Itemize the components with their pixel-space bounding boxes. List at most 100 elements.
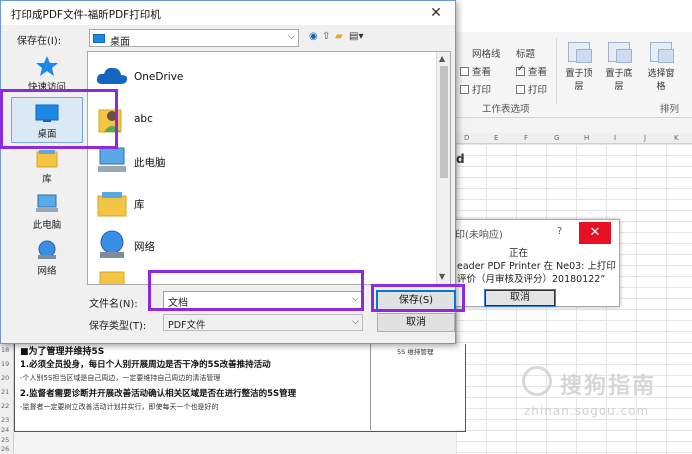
network-icon — [94, 228, 130, 260]
desktop-folder-icon — [93, 34, 105, 43]
printing-progress-dialog: 印(未响应) ? ✕ 正在 eader PDF Printer 在 Ne03: … — [442, 219, 620, 307]
place-quick-access[interactable]: 快速访问 — [11, 51, 83, 97]
row-number: 22 — [1, 402, 10, 410]
row-number: 19 — [1, 360, 10, 368]
progress-close-button[interactable]: ✕ — [579, 222, 611, 244]
cloud-icon — [94, 60, 130, 92]
gridlines-print-label: 打印 — [472, 85, 492, 96]
col-letter: K — [674, 134, 679, 142]
row-number: 25 — [1, 436, 10, 444]
bring-forward-button[interactable]: 置于顶层 — [562, 42, 596, 92]
selection-pane-icon — [650, 42, 674, 63]
file-name: OneDrive — [134, 71, 184, 83]
file-item-partial[interactable] — [92, 266, 422, 284]
progress-cancel-button[interactable]: 取消 — [484, 289, 556, 307]
gridlines-head: 网格线 — [472, 49, 501, 60]
ribbon-top-strip — [456, 0, 692, 32]
send-backward-label: 置于底层 — [605, 69, 633, 92]
chevron-down-icon: ⌵ — [352, 317, 359, 327]
save-in-label: 保存在(I): — [17, 36, 62, 47]
scroll-thumb[interactable] — [440, 66, 448, 178]
progress-printer-line: eader PDF Printer 在 Ne03: 上打印 — [457, 261, 616, 272]
row-number: 20 — [1, 374, 10, 382]
place-desktop[interactable]: 桌面 — [11, 97, 83, 143]
place-network[interactable]: 网络 — [11, 235, 83, 281]
sheet-item-1-sub: -个人别5S担当区域是自己周边，一定要维持自己周边的清洁管理 — [20, 374, 221, 382]
col-letter: G — [554, 134, 560, 142]
headings-head: 标题 — [516, 49, 536, 60]
col-letter: E — [494, 134, 499, 142]
filetype-dropdown[interactable]: PDF文件 ⌵ — [163, 314, 363, 331]
chevron-down-icon[interactable]: ⌵ — [352, 294, 359, 304]
save-button[interactable]: 保存(S) — [376, 290, 456, 311]
place-label: 桌面 — [37, 129, 57, 140]
place-label: 此电脑 — [32, 220, 62, 231]
filename-value: 文档 — [168, 298, 188, 309]
new-folder-icon[interactable]: ▰ — [335, 31, 343, 42]
save-pdf-dialog: 打印成PDF文件-福昕PDF打印机 ✕ 保存在(I): 桌面 ⌵ ◉ ⇧ ▰ ▤… — [0, 0, 456, 344]
headings-print-checkbox[interactable]: 打印 — [516, 82, 547, 96]
right-note: 5S 维持管理 — [397, 348, 434, 356]
place-this-pc[interactable]: 此电脑 — [11, 189, 83, 235]
progress-dialog-title: 印(未响应) — [455, 230, 503, 241]
progress-document-line: 评价（月审核及评分）20180122” — [457, 274, 606, 285]
folder-icon — [94, 268, 130, 284]
back-icon[interactable]: ◉ — [309, 31, 318, 42]
computer-icon — [34, 193, 60, 215]
help-button[interactable]: ? — [557, 226, 562, 237]
row-number: 21 — [1, 388, 10, 396]
selection-pane-label: 选择窗格 — [647, 69, 675, 92]
user-folder-icon — [94, 102, 130, 134]
headings-view-label: 查看 — [528, 67, 548, 78]
file-item-user-folder[interactable]: abc — [92, 100, 422, 136]
bring-forward-icon — [568, 42, 592, 63]
sheet-title-row: ■为了管理并维持5S — [20, 347, 105, 357]
dialog-close-button[interactable]: ✕ — [425, 3, 447, 23]
view-menu-icon[interactable]: ▤▾ — [349, 31, 363, 42]
place-libraries[interactable]: 库 — [11, 143, 83, 189]
checkbox-icon — [460, 85, 469, 94]
sheet-options-group-label: 工作表选项 — [482, 104, 530, 115]
filetype-label: 保存类型(T): — [89, 321, 147, 332]
filename-input[interactable]: 文档 ⌵ — [163, 291, 363, 309]
up-folder-icon[interactable]: ⇧ — [322, 31, 330, 42]
arrange-group-label: 排列 — [660, 104, 680, 115]
gridlines-print-checkbox[interactable]: 打印 — [460, 82, 491, 96]
save-in-value: 桌面 — [110, 37, 130, 48]
scroll-up-icon[interactable]: ▲ — [439, 54, 445, 63]
sheet-right-column: 5S 维持管理 — [370, 344, 466, 430]
file-name: abc — [134, 113, 153, 125]
places-bar: 快速访问 桌面 库 此电脑 网络 — [11, 51, 83, 291]
dialog-title: 打印成PDF文件-福昕PDF打印机 — [11, 9, 161, 21]
place-label: 快速访问 — [27, 82, 66, 93]
file-item-libraries[interactable]: 库 — [92, 184, 422, 220]
desktop-icon — [34, 102, 60, 124]
chevron-down-icon: ⌵ — [288, 32, 295, 42]
selection-pane-button[interactable]: 选择窗格 — [644, 42, 678, 92]
checkbox-icon — [516, 85, 525, 94]
gridlines-view-checkbox[interactable]: 查看 — [460, 64, 491, 78]
sheet-item-1: 1.必须全员投身，每日个人别开展周边是否干净的5S改善推持活动 — [20, 360, 271, 370]
place-label: 网络 — [37, 266, 57, 277]
scroll-down-icon[interactable]: ▼ — [439, 272, 445, 281]
cancel-button[interactable]: 取消 — [377, 313, 455, 332]
file-item-onedrive[interactable]: OneDrive — [92, 58, 422, 94]
sheet-item-2-sub: -监督者一定要树立改善活动计划并实行，即使每天一个也是好的 — [20, 403, 219, 411]
progress-status-line: 正在 — [509, 248, 529, 259]
star-icon — [34, 55, 60, 77]
file-name: 网络 — [134, 241, 155, 253]
close-icon: ✕ — [589, 225, 601, 240]
close-icon: ✕ — [430, 5, 442, 21]
file-item-this-pc[interactable]: 此电脑 — [92, 142, 422, 178]
ribbon-divider — [556, 38, 557, 104]
send-backward-icon — [608, 42, 632, 63]
send-backward-button[interactable]: 置于底层 — [602, 42, 636, 92]
save-in-dropdown[interactable]: 桌面 ⌵ — [89, 29, 299, 48]
col-letter: D — [464, 134, 470, 142]
file-item-network[interactable]: 网络 — [92, 226, 422, 262]
headings-view-checkbox[interactable]: 查看 — [516, 64, 547, 78]
file-list[interactable]: OneDrive abc 此电脑 库 网络 ▲ ▼ — [87, 51, 451, 285]
checkbox-checked-icon — [516, 64, 525, 76]
file-list-scrollbar[interactable]: ▲ ▼ — [436, 52, 450, 284]
computer-icon — [94, 144, 130, 176]
